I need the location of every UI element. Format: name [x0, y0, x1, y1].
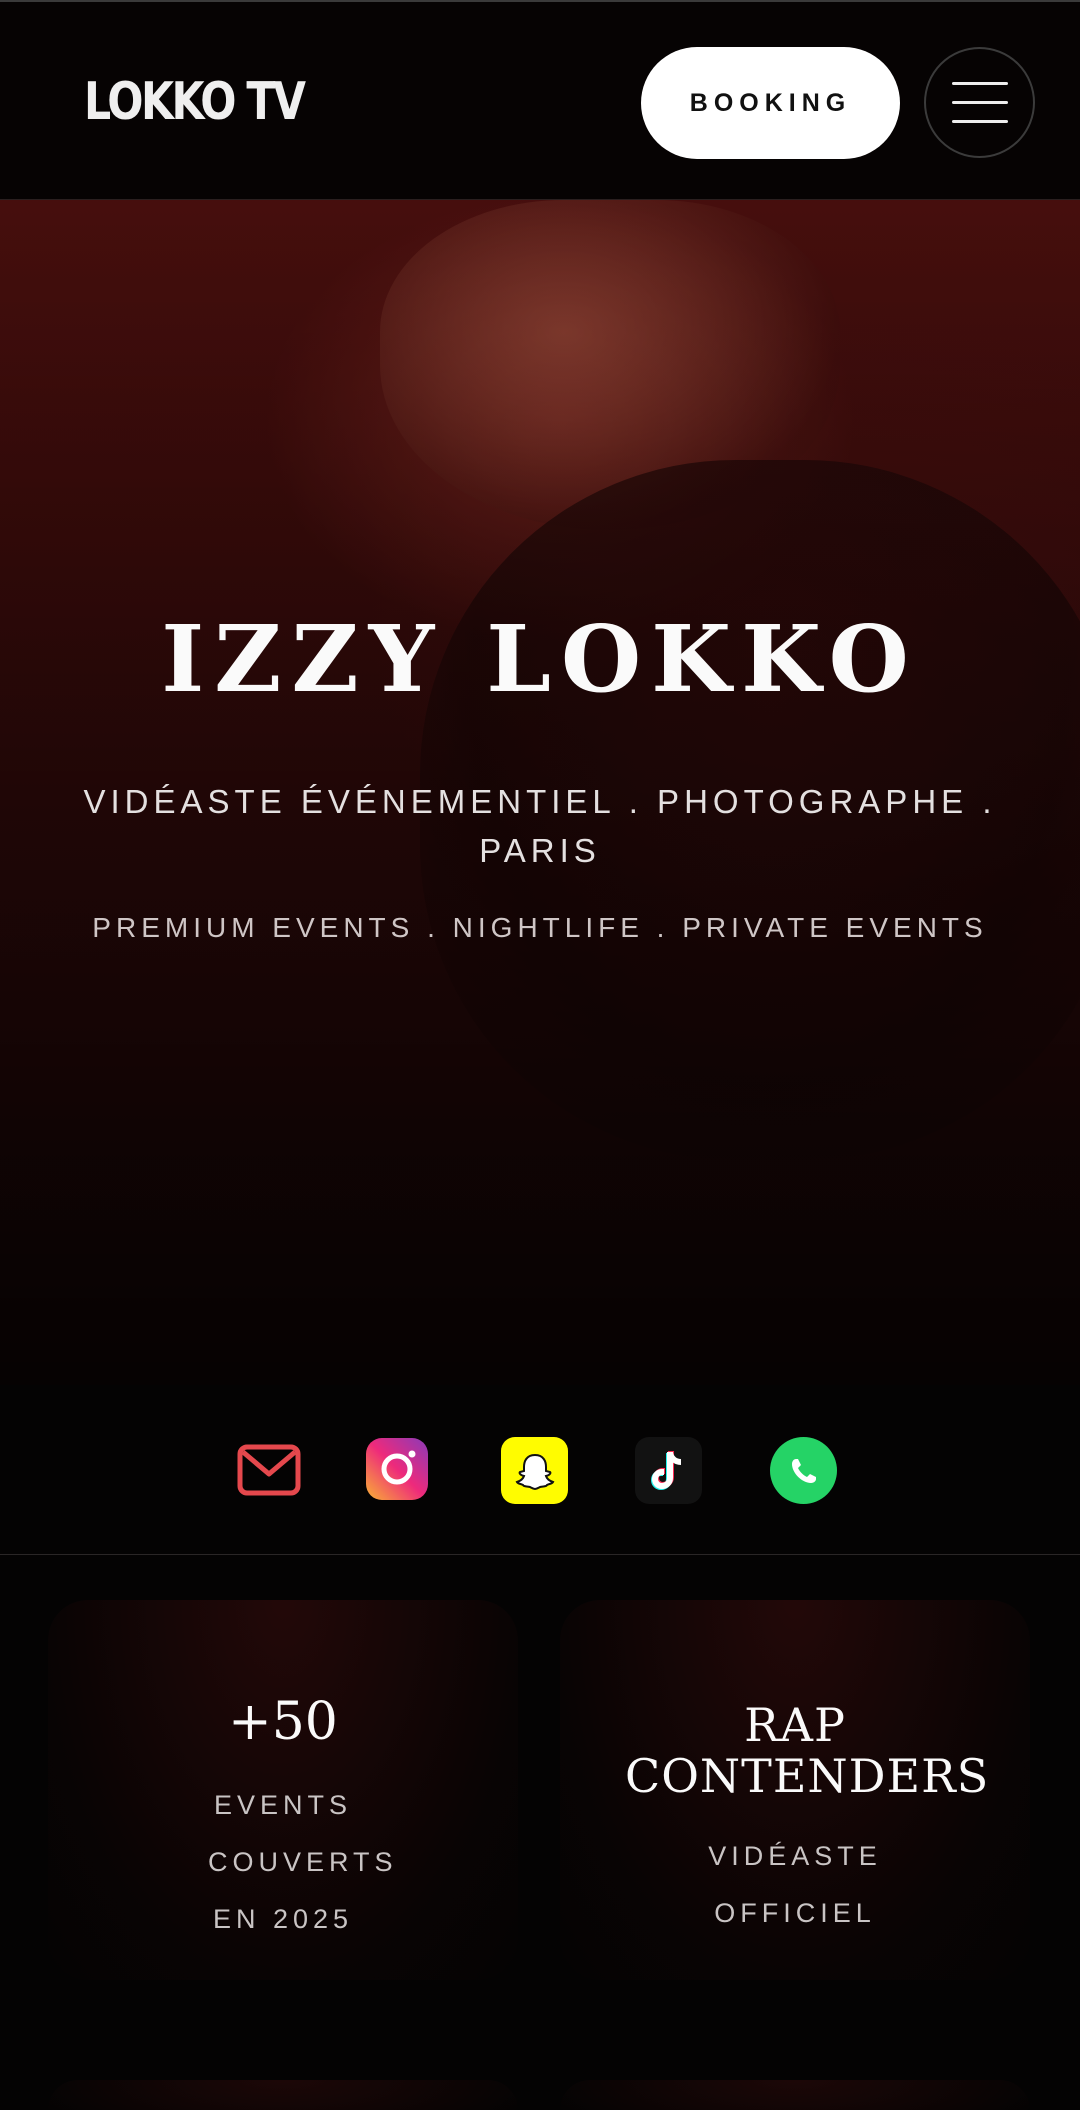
site-logo[interactable]: LOKKO TV — [84, 72, 306, 132]
booking-button[interactable]: BOOKING — [641, 47, 900, 159]
mail-icon[interactable] — [236, 1437, 302, 1503]
snapchat-ghost-icon — [515, 1453, 554, 1490]
instagram-icon[interactable] — [366, 1438, 428, 1500]
hero-title: IZZY LOKKO — [161, 605, 919, 713]
stat-card-events: +50 EVENTS COUVERTS EN 2025 — [48, 1600, 518, 1980]
whatsapp-icon[interactable] — [770, 1437, 837, 1504]
stat-label: VIDÉASTE OFFICIEL — [560, 1828, 1030, 1942]
stat-card-rap-contenders: RAP CONTENDERS VIDÉASTE OFFICIEL — [560, 1600, 1030, 1980]
card-peek-left — [48, 2080, 518, 2110]
menu-icon-line — [951, 120, 1008, 123]
social-links-bar — [0, 1385, 1080, 1555]
stat-label-text: EVENTS COUVERTS EN 2025 — [208, 1790, 398, 1934]
hero-section: IZZY LOKKO VIDÉASTE ÉVÉNEMENTIEL . PHOTO… — [0, 200, 1080, 1385]
stat-title: RAP CONTENDERS — [560, 1700, 1030, 1802]
card-peek-right — [560, 2080, 1030, 2110]
menu-button[interactable] — [924, 47, 1035, 158]
whatsapp-phone-icon — [791, 1458, 816, 1483]
tiktok-icon[interactable] — [635, 1437, 702, 1504]
stat-value: +50 — [228, 1692, 338, 1752]
site-header: LOKKO TV BOOKING — [0, 0, 1080, 200]
instagram-icon-graphic — [381, 1450, 416, 1485]
stat-label-text: VIDÉASTE OFFICIEL — [708, 1841, 882, 1928]
hero-tagline: PREMIUM EVENTS . NIGHTLIFE . PRIVATE EVE… — [92, 912, 988, 943]
tiktok-note-icon — [650, 1450, 681, 1490]
menu-icon-line — [951, 101, 1008, 104]
stat-title-text: RAP CONTENDERS — [625, 1698, 990, 1803]
mail-icon-graphic — [237, 1444, 301, 1496]
stat-label: EVENTS COUVERTS EN 2025 — [48, 1777, 518, 1948]
hero-subtitle: VIDÉASTE ÉVÉNEMENTIEL . PHOTOGRAPHE . PA… — [83, 783, 997, 869]
menu-icon — [951, 82, 1008, 85]
next-cards-peek — [0, 2070, 1080, 2110]
snapchat-icon[interactable] — [501, 1437, 568, 1504]
